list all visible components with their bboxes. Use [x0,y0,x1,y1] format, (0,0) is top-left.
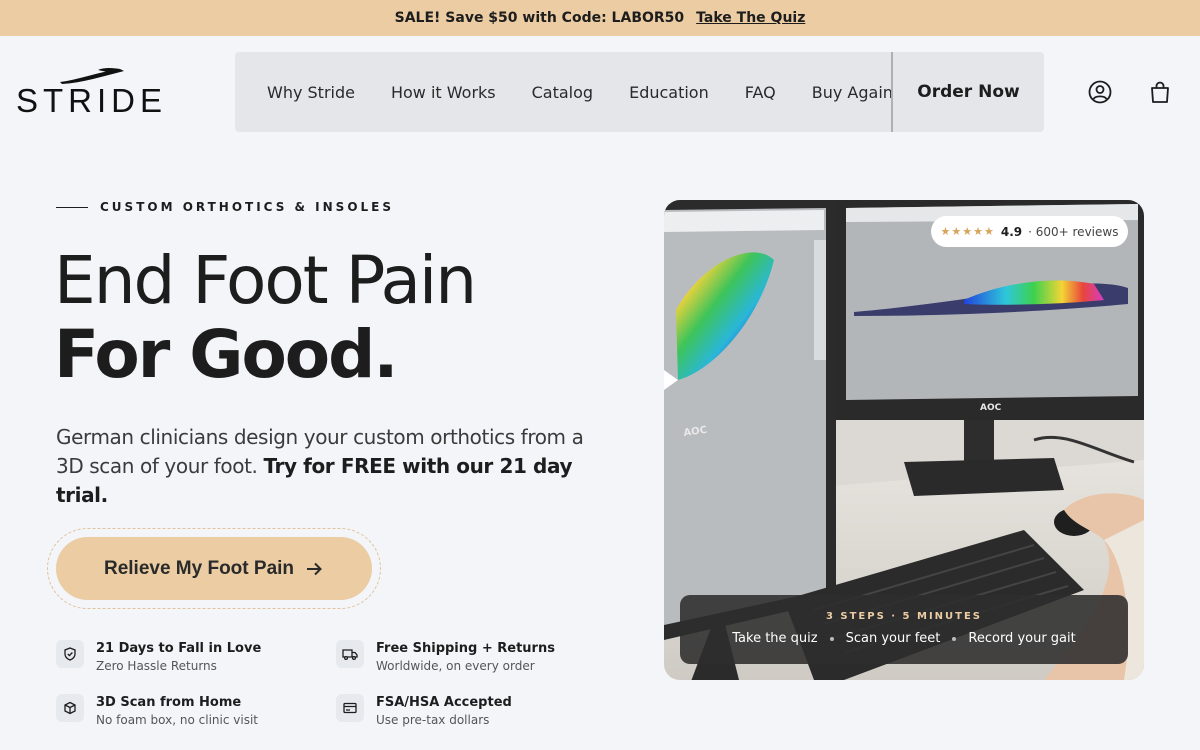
step-separator [829,636,834,641]
arrow-right-icon [307,562,322,575]
feature-subtitle: Use pre-tax dollars [376,713,490,727]
headline-line-2: For Good. [54,316,398,393]
headline-line-1: End Foot Pain [54,242,477,319]
cta-label: Relieve My Foot Pain [103,557,295,579]
announcement-text: SALE! Save $50 with Code: LABOR50 [394,10,685,26]
feature-subtitle: Zero Hassle Returns [96,659,217,673]
nav-link-education[interactable]: Education [629,83,709,102]
feature-icon-box [56,694,84,722]
feature-icon-box [336,694,364,722]
nav-links: Why Stride How it Works Catalog Educatio… [235,83,893,102]
rating-reviews: · 600+ reviews [1028,224,1119,239]
step-item: Scan your feet [845,631,941,646]
rating-score: 4.9 [1000,224,1023,239]
steps-label: 3 STEPS · 5 MINUTES [825,611,983,622]
steps-row: Take the quiz Scan your feet Record your… [680,631,1128,646]
nav-link-why-stride[interactable]: Why Stride [267,83,355,102]
rating-badge: ★★★★★ 4.9 · 600+ reviews [931,216,1128,247]
nav-link-how-it-works[interactable]: How it Works [391,83,496,102]
stride-logo[interactable]: STRIDE [16,68,162,119]
truck-icon [342,649,358,661]
rating-stars-icon: ★★★★★ [940,225,995,238]
feature-title: Free Shipping + Returns [376,641,555,656]
step-separator [952,636,957,641]
step-item: Take the quiz [732,631,818,646]
eyebrow-line [56,206,88,208]
eyebrow-text: CUSTOM ORTHOTICS & INSOLES [100,200,395,214]
feature-item: 3D Scan from Home No foam box, no clinic… [56,694,258,729]
hero-description: German clinicians design your custom ort… [56,423,596,510]
feature-item: 21 Days to Fall in Love Zero Hassle Retu… [56,640,261,675]
feature-icon-box [336,640,364,668]
nav-link-faq[interactable]: FAQ [745,83,776,102]
card-icon [343,702,357,714]
main-nav: Why Stride How it Works Catalog Educatio… [235,52,1044,132]
logo-wordmark: STRIDE [16,82,168,119]
steps-card: 3 STEPS · 5 MINUTES Take the quiz Scan y… [680,595,1128,664]
shopping-bag-icon[interactable] [1148,80,1172,104]
feature-subtitle: Worldwide, on every order [376,659,535,673]
feature-title: 21 Days to Fall in Love [96,641,262,656]
eyebrow: CUSTOM ORTHOTICS & INSOLES [56,200,394,214]
feature-icon-box [56,640,84,668]
step-item: Record your gait [968,631,1076,646]
right-monitor-brand: AOC [980,403,1002,413]
feature-item: FSA/HSA Accepted Use pre-tax dollars [336,694,512,729]
cube-icon [64,701,76,715]
shield-check-icon [64,647,76,661]
feature-title: 3D Scan from Home [96,695,242,710]
feature-title: FSA/HSA Accepted [376,695,512,710]
order-now-button[interactable]: Order Now [893,82,1044,102]
relieve-foot-pain-button[interactable]: Relieve My Foot Pain [56,537,372,600]
feature-subtitle: No foam box, no clinic visit [96,713,258,727]
user-icon[interactable] [1088,80,1112,104]
nav-link-catalog[interactable]: Catalog [532,83,593,102]
announcement-bar: SALE! Save $50 with Code: LABOR50 Take T… [0,0,1200,36]
take-quiz-link[interactable]: Take The Quiz [696,10,805,26]
nav-link-buy-again[interactable]: Buy Again [812,83,893,102]
feature-item: Free Shipping + Returns Worldwide, on ev… [336,640,555,675]
